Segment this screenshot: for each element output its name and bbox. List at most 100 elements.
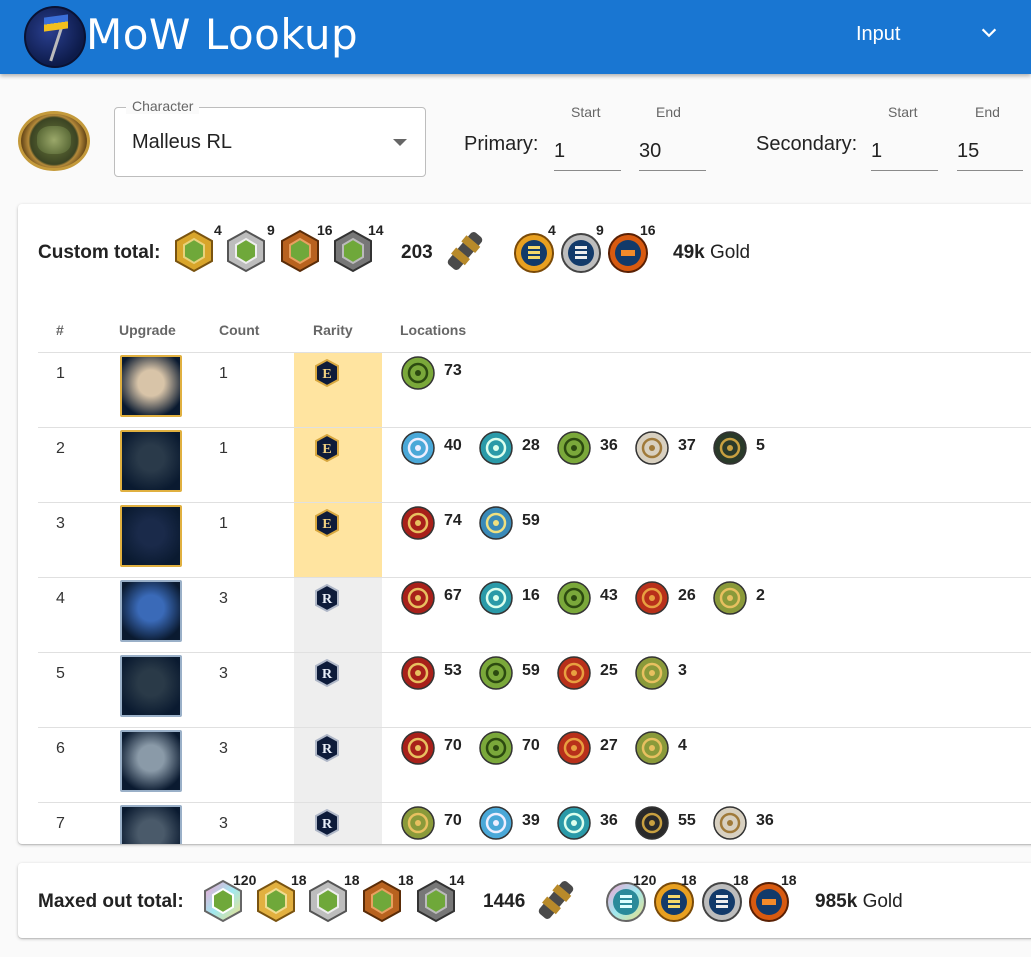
row-count: 1 (219, 365, 228, 382)
blue-trident-icon[interactable] (478, 805, 514, 841)
red-gear-icon[interactable] (400, 580, 436, 616)
cloth-scroll-icon[interactable] (120, 355, 182, 417)
component-icon (447, 232, 483, 270)
red-winged-icon[interactable] (556, 655, 592, 691)
skull-chest-icon[interactable] (120, 430, 182, 492)
location-node-number: 36 (756, 812, 774, 829)
bronze-badge-count: 9 (267, 222, 275, 238)
chevron-down-icon[interactable] (978, 22, 1000, 44)
location-node-number: 70 (444, 812, 462, 829)
row-number: 6 (56, 740, 65, 757)
row-number: 5 (56, 665, 65, 682)
primary-label: Primary: (464, 133, 539, 155)
maxed-bronze-badge-count: 18 (344, 872, 360, 888)
green-node-icon[interactable] (400, 355, 436, 391)
teal-gear-icon[interactable] (478, 580, 514, 616)
row-count: 3 (219, 815, 228, 832)
maxed-total-label: Maxed out total: (38, 891, 184, 912)
location-node-number: 37 (678, 437, 696, 454)
custom-total-card: Custom total: 4 9 16 14 203 4 9 16 49k G… (18, 204, 1031, 844)
app-bar: MoW Lookup Input (0, 0, 1031, 74)
gold-winged-icon[interactable] (712, 580, 748, 616)
maxed-last-badge-count: 14 (449, 872, 465, 888)
secondary-start-input[interactable] (871, 133, 938, 171)
teal-gear-icon[interactable] (478, 430, 514, 466)
location-node-number: 27 (600, 737, 618, 754)
custom-gold-value: 49k (673, 242, 705, 263)
rarity-cell: R (294, 578, 382, 653)
row-number: 1 (56, 365, 65, 382)
location-node-number: 73 (444, 362, 462, 379)
medal-ribbon-icon[interactable] (120, 580, 182, 642)
maxed-silver-forge-count: 18 (681, 872, 697, 888)
primary-end-input[interactable] (639, 133, 706, 171)
table-row: R 5 3 53 59 25 3 (38, 652, 1031, 728)
orange-forge-count: 9 (596, 222, 604, 238)
location-node-number: 26 (678, 587, 696, 604)
location-node-number: 39 (522, 812, 540, 829)
silver-forge-count: 4 (548, 222, 556, 238)
silver-badge-count: 4 (214, 222, 222, 238)
row-count: 3 (219, 740, 228, 757)
dark-winged-icon[interactable] (712, 430, 748, 466)
table-row: E 1 1 73 (38, 352, 1031, 428)
green-node-icon[interactable] (556, 580, 592, 616)
location-node-number: 5 (756, 437, 765, 454)
red-gear-icon[interactable] (400, 505, 436, 541)
primary-start-input[interactable] (554, 133, 621, 171)
silver-winged-icon[interactable] (634, 430, 670, 466)
primary-start-caption: Start (571, 104, 601, 120)
location-node-number: 2 (756, 587, 765, 604)
shovel-icon[interactable] (120, 655, 182, 717)
gold-badge-icon (175, 229, 213, 273)
header-locations: Locations (400, 322, 467, 338)
dark-cross-icon[interactable] (634, 805, 670, 841)
blue-triangle-icon[interactable] (478, 505, 514, 541)
maxed-total-card: Maxed out total: 120 18 18 18 14 1446 12… (18, 863, 1031, 938)
green-node-icon[interactable] (556, 430, 592, 466)
red-winged-icon[interactable] (634, 580, 670, 616)
bandage-wrap-icon[interactable] (120, 730, 182, 792)
location-node-number: 59 (522, 512, 540, 529)
location-node-number: 36 (600, 437, 618, 454)
svg-text:R: R (322, 742, 333, 757)
gold-winged-icon[interactable] (634, 730, 670, 766)
row-number: 4 (56, 590, 65, 607)
location-node-number: 55 (678, 812, 696, 829)
maxed-gold-value: 985k (815, 891, 858, 912)
header-rarity: Rarity (313, 322, 353, 338)
location-node-number: 40 (444, 437, 462, 454)
rarity-badge-icon: R (315, 584, 339, 612)
gold-winged-icon[interactable] (400, 805, 436, 841)
header-count: Count (219, 322, 260, 338)
green-node-icon[interactable] (478, 730, 514, 766)
location-node-number: 36 (600, 812, 618, 829)
custom-gold: 49k Gold (673, 242, 750, 264)
red-gear-icon[interactable] (400, 730, 436, 766)
character-select-value[interactable]: Malleus RL (132, 131, 232, 154)
maxed-gold-label: Gold (862, 891, 903, 912)
secondary-end-caption: End (975, 104, 1000, 120)
input-menu-label[interactable]: Input (856, 23, 900, 46)
red-winged-icon[interactable] (556, 730, 592, 766)
gold-winged-icon[interactable] (634, 655, 670, 691)
teal-gear-icon[interactable] (556, 805, 592, 841)
secondary-label: Secondary: (756, 133, 858, 155)
dropdown-arrow-icon[interactable] (393, 139, 407, 146)
maxed-orange-forge-count: 18 (733, 872, 749, 888)
custom-gold-label: Gold (709, 242, 751, 263)
row-number: 2 (56, 440, 65, 457)
mechanical-claw-icon[interactable] (120, 505, 182, 567)
rarity-badge-icon: E (315, 509, 339, 537)
green-node-icon[interactable] (478, 655, 514, 691)
rarity-badge-icon: R (315, 734, 339, 762)
silver-winged-icon[interactable] (712, 805, 748, 841)
bolt-icon[interactable] (120, 805, 182, 844)
location-node-number: 25 (600, 662, 618, 679)
red-gear-icon[interactable] (400, 655, 436, 691)
row-count: 3 (219, 665, 228, 682)
blue-trident-icon[interactable] (400, 430, 436, 466)
header-upgrade: Upgrade (119, 322, 176, 338)
rarity-cell: E (294, 353, 382, 428)
secondary-end-input[interactable] (957, 133, 1023, 171)
